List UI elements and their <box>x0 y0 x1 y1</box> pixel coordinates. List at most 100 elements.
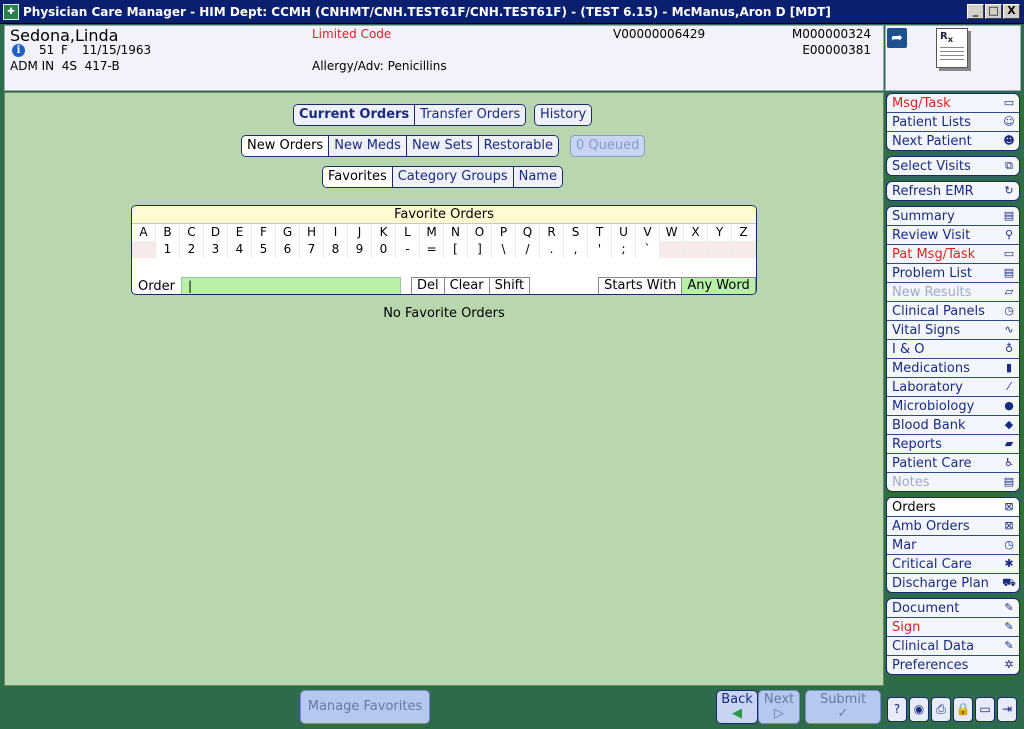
letter-key[interactable]: Y <box>708 224 732 241</box>
sidebar-item-notes[interactable]: Notes ▤ <box>887 473 1019 491</box>
tab-new-sets[interactable]: New Sets <box>406 136 479 156</box>
symbol-key[interactable]: / <box>516 241 540 258</box>
symbol-key[interactable]: ' <box>588 241 612 258</box>
letter-key[interactable]: X <box>684 224 708 241</box>
letter-key[interactable]: E <box>228 224 252 241</box>
minimize-button[interactable]: _ <box>967 4 984 19</box>
symbol-key[interactable]: 0 <box>372 241 396 258</box>
sidebar-item-blood-bank[interactable]: Blood Bank ◆ <box>887 416 1019 435</box>
tab-name[interactable]: Name <box>513 167 562 187</box>
del-button[interactable]: Del <box>410 277 445 294</box>
symbol-key[interactable]: ` <box>636 241 660 258</box>
letter-key[interactable]: F <box>252 224 276 241</box>
symbol-key[interactable]: 3 <box>204 241 228 258</box>
tab-transfer-orders[interactable]: Transfer Orders <box>415 105 526 125</box>
tab-favorites[interactable]: Favorites <box>323 167 393 187</box>
sidebar-item-clinical-panels[interactable]: Clinical Panels ◷ <box>887 302 1019 321</box>
letter-key[interactable]: D <box>204 224 228 241</box>
letter-key[interactable]: J <box>348 224 372 241</box>
letter-key[interactable]: N <box>444 224 468 241</box>
lock-icon[interactable]: 🔒 <box>953 697 973 722</box>
prescription-icon[interactable]: Rx <box>936 28 968 68</box>
symbol-key[interactable]: 5 <box>252 241 276 258</box>
sidebar-item-i-o[interactable]: I & O ♁ <box>887 340 1019 359</box>
letter-key[interactable]: A <box>132 224 156 241</box>
forward-arrow-icon[interactable]: ➦ <box>887 28 907 48</box>
sidebar-item-refresh-emr[interactable]: Refresh EMR ↻ <box>887 182 1019 200</box>
back-button[interactable]: Back ◀ <box>716 690 758 724</box>
globe-icon[interactable]: ◉ <box>909 697 929 722</box>
sidebar-item-msg-task[interactable]: Msg/Task ▭ <box>887 94 1019 113</box>
queued-button[interactable]: 0 Queued <box>571 136 645 156</box>
letter-key[interactable]: M <box>420 224 444 241</box>
history-tab[interactable]: History <box>535 105 592 125</box>
sidebar-item-select-visits[interactable]: Select Visits ⧉ <box>887 157 1019 175</box>
tab-restorable[interactable]: Restorable <box>478 136 559 156</box>
sidebar-item-discharge-plan[interactable]: Discharge Plan ⛟ <box>887 574 1019 592</box>
symbol-key[interactable]: [ <box>444 241 468 258</box>
letter-key[interactable]: R <box>540 224 564 241</box>
sidebar-item-summary[interactable]: Summary ▤ <box>887 207 1019 226</box>
symbol-key[interactable]: = <box>420 241 444 258</box>
symbol-key[interactable]: . <box>540 241 564 258</box>
printer-icon[interactable]: ⎙ <box>931 697 951 722</box>
letter-key[interactable]: G <box>276 224 300 241</box>
sidebar-item-critical-care[interactable]: Critical Care ✱ <box>887 555 1019 574</box>
exit-icon[interactable]: ⇥ <box>997 697 1017 722</box>
letter-key[interactable]: L <box>396 224 420 241</box>
maximize-button[interactable]: □ <box>985 4 1002 19</box>
sidebar-item-problem-list[interactable]: Problem List ▤ <box>887 264 1019 283</box>
any-word-button[interactable]: Any Word <box>682 277 756 294</box>
letter-key[interactable]: Q <box>516 224 540 241</box>
sidebar-item-amb-orders[interactable]: Amb Orders ⊠ <box>887 517 1019 536</box>
sidebar-item-mar[interactable]: Mar ◷ <box>887 536 1019 555</box>
sidebar-item-patient-lists[interactable]: Patient Lists ☺ <box>887 113 1019 132</box>
symbol-key[interactable]: - <box>396 241 420 258</box>
letter-key[interactable]: K <box>372 224 396 241</box>
letter-key[interactable]: H <box>300 224 324 241</box>
sidebar-item-preferences[interactable]: Preferences ✲ <box>887 656 1019 674</box>
sidebar-item-vital-signs[interactable]: Vital Signs ∿ <box>887 321 1019 340</box>
letter-key[interactable]: U <box>612 224 636 241</box>
sidebar-item-document[interactable]: Document ✎ <box>887 599 1019 618</box>
letter-key[interactable]: C <box>180 224 204 241</box>
sidebar-item-medications[interactable]: Medications ▮ <box>887 359 1019 378</box>
sidebar-item-patient-care[interactable]: Patient Care ♿ <box>887 454 1019 473</box>
letter-key[interactable]: T <box>588 224 612 241</box>
sidebar-item-clinical-data[interactable]: Clinical Data ✎ <box>887 637 1019 656</box>
shift-button[interactable]: Shift <box>489 277 531 294</box>
screen-icon[interactable]: ▭ <box>975 697 995 722</box>
symbol-key[interactable]: \ <box>492 241 516 258</box>
order-input[interactable]: | <box>180 277 401 294</box>
sidebar-item-microbiology[interactable]: Microbiology ● <box>887 397 1019 416</box>
symbol-key[interactable]: 8 <box>324 241 348 258</box>
tab-category-groups[interactable]: Category Groups <box>392 167 514 187</box>
letter-key[interactable]: I <box>324 224 348 241</box>
sidebar-item-pat-msg-task[interactable]: Pat Msg/Task ▭ <box>887 245 1019 264</box>
letter-key[interactable]: Z <box>732 224 756 241</box>
letter-key[interactable]: S <box>564 224 588 241</box>
sidebar-item-laboratory[interactable]: Laboratory ⁄ <box>887 378 1019 397</box>
clear-button[interactable]: Clear <box>444 277 490 294</box>
letter-key[interactable]: O <box>468 224 492 241</box>
symbol-key[interactable]: 6 <box>276 241 300 258</box>
tab-new-meds[interactable]: New Meds <box>329 136 407 156</box>
tab-current-orders[interactable]: Current Orders <box>294 105 416 125</box>
letter-key[interactable]: W <box>660 224 684 241</box>
close-button[interactable]: X <box>1003 4 1020 19</box>
sidebar-item-orders[interactable]: Orders ⊠ <box>887 498 1019 517</box>
letter-key[interactable]: P <box>492 224 516 241</box>
symbol-key[interactable]: 7 <box>300 241 324 258</box>
symbol-key[interactable]: ] <box>468 241 492 258</box>
help-icon[interactable]: ? <box>887 697 907 722</box>
letter-key[interactable]: B <box>156 224 180 241</box>
sidebar-item-new-results[interactable]: New Results ▱ <box>887 283 1019 302</box>
submit-button[interactable]: Submit ✓ <box>805 690 881 724</box>
letter-key[interactable]: V <box>636 224 660 241</box>
manage-favorites-button[interactable]: Manage Favorites <box>300 690 430 724</box>
symbol-key[interactable]: 9 <box>348 241 372 258</box>
sidebar-item-reports[interactable]: Reports ▰ <box>887 435 1019 454</box>
sidebar-item-next-patient[interactable]: Next Patient ☻ <box>887 132 1019 150</box>
next-button[interactable]: Next ▷ <box>758 690 800 724</box>
sidebar-item-sign[interactable]: Sign ✎ <box>887 618 1019 637</box>
